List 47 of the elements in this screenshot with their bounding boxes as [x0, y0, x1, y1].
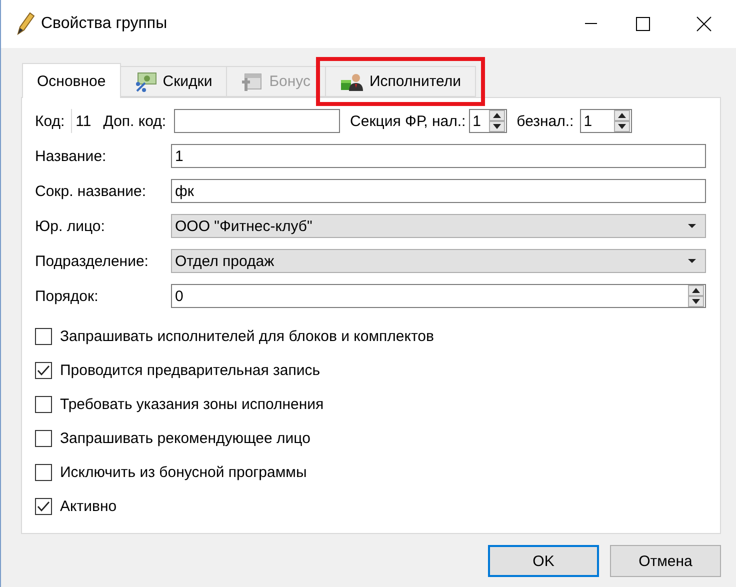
field-label: Название: [35, 148, 108, 164]
dropdown-caret-icon[interactable] [687, 223, 697, 229]
text-field[interactable]: 1 [171, 144, 706, 168]
tab[interactable]: Скидки [120, 66, 228, 97]
field-label: Порядок: [35, 288, 100, 304]
person-with-box-icon [340, 72, 364, 92]
spin-arrows-icon[interactable] [488, 110, 505, 132]
code-label: Код: [35, 112, 65, 130]
discount-icon [134, 72, 157, 92]
dropdown[interactable]: Отдел продаж [171, 249, 706, 273]
cashless-spin-field[interactable]: 1 [580, 109, 632, 133]
dialog-button[interactable]: Отмена [610, 545, 721, 577]
checkbox[interactable] [35, 328, 52, 344]
close-icon[interactable] [696, 16, 712, 32]
spin-arrows-icon[interactable] [688, 285, 704, 307]
checkbox[interactable] [35, 464, 52, 480]
maximize-icon[interactable] [636, 17, 650, 31]
section-spin-field[interactable]: 1 [468, 109, 507, 133]
checkbox[interactable] [35, 430, 52, 446]
section-label: Секция ФР, нал.: [350, 112, 466, 130]
checkbox[interactable] [35, 396, 52, 412]
minimize-icon[interactable] [585, 23, 597, 25]
tab[interactable]: Основное [22, 63, 121, 98]
pencil-icon [15, 12, 35, 36]
checkbox-label: Исключить из бонусной программы [60, 464, 307, 480]
spin-arrows-icon[interactable] [614, 110, 630, 132]
code-value: 11 [70, 109, 96, 133]
checkbox[interactable] [35, 362, 52, 378]
dropdown-caret-icon[interactable] [687, 258, 697, 264]
extra-code-field[interactable] [174, 109, 340, 133]
text-field[interactable]: фк [171, 179, 706, 203]
checkbox-label: Запрашивать исполнителей для блоков и комплектов [60, 328, 434, 344]
field-label: Сокр. название: [35, 182, 148, 200]
field-label: Юр. лицо: [35, 218, 106, 234]
cashless-label: безнал.: [516, 112, 574, 130]
checkbox-label: Запрашивать рекомендующее лицо [60, 430, 310, 446]
checkbox-label: Требовать указания зоны исполнения [60, 396, 324, 412]
field-label: Подразделение: [35, 252, 150, 270]
checkbox-label: Активно [60, 498, 117, 514]
spin-field[interactable]: 0 [171, 284, 706, 308]
calendar-icon [241, 72, 264, 92]
dropdown[interactable]: ООО "Фитнес-клуб" [171, 214, 706, 238]
checkbox-label: Проводится предварительная запись [60, 362, 320, 378]
extra-code-label: Доп. код: [103, 112, 166, 130]
window-title: Свойства группы [41, 15, 168, 33]
checkbox[interactable] [35, 498, 52, 514]
dialog-button[interactable]: OK [488, 545, 599, 577]
